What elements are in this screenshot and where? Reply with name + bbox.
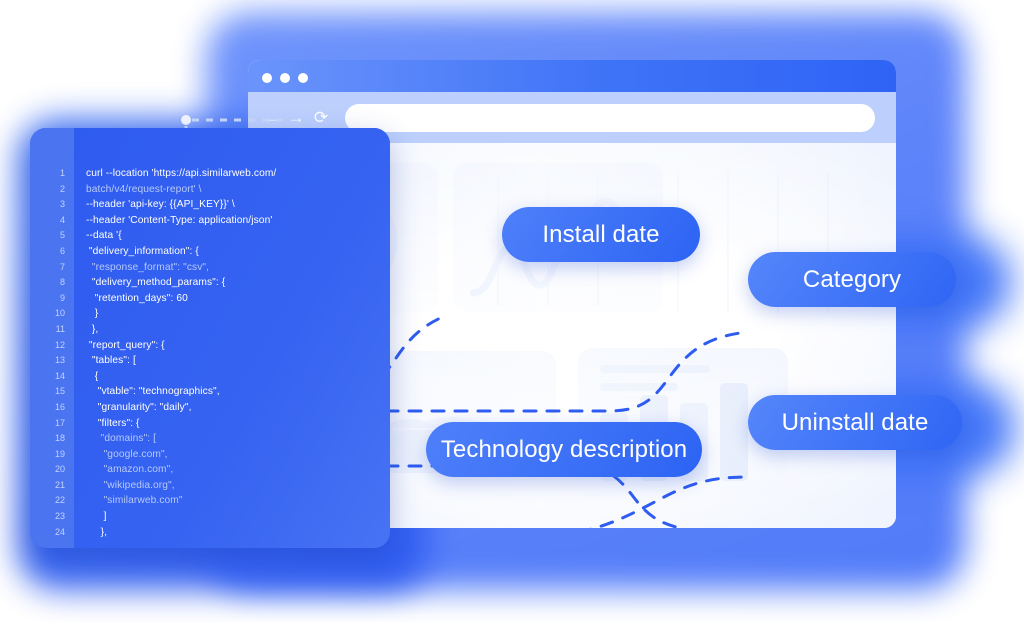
code-line: --data '{	[86, 230, 122, 242]
url-input[interactable]	[345, 103, 875, 132]
pill-uninstall-date-label: Uninstall date	[781, 408, 929, 436]
code-line-number: 24	[54, 526, 65, 537]
code-line-number: 7	[59, 261, 65, 272]
code-line: "wikipedia.org",	[86, 479, 175, 491]
reload-icon[interactable]: ⟳	[310, 107, 332, 129]
code-line-number: 13	[54, 355, 65, 366]
code-line-number-gutter: 1 2 3 4 5 6 7 8 9 10 11 12 13 14 15 16 17 18 19 20 21 22 23 24	[30, 128, 74, 548]
code-line-number: 4	[59, 214, 65, 225]
code-line: "similarweb.com"	[86, 495, 183, 507]
code-line-number: 22	[54, 495, 65, 506]
code-line-number: 8	[59, 277, 65, 288]
code-line: {	[86, 370, 99, 382]
code-line: "tables": [	[86, 355, 136, 367]
code-line: --header 'Content-Type: application/json…	[86, 214, 273, 226]
minimize-dot-icon[interactable]	[280, 73, 290, 83]
code-line-number: 18	[54, 433, 65, 444]
code-snippet-panel: 1 2 3 4 5 6 7 8 9 10 11 12 13 14 15 16 17 18 19 20 21 22 23 24 …	[30, 128, 390, 548]
code-line-number: 5	[59, 230, 65, 241]
code-line: "delivery_method_params": {	[86, 277, 226, 289]
code-line-number: 3	[59, 199, 65, 210]
illustration-canvas: ← → ⟳ Install date Category Technology d…	[0, 0, 1024, 622]
code-line-number: 10	[54, 308, 65, 319]
close-dot-icon[interactable]	[262, 73, 272, 83]
pill-install-date[interactable]: Install date	[502, 207, 700, 262]
code-line-number: 14	[54, 370, 65, 381]
code-line-number: 12	[54, 339, 65, 350]
code-line: "delivery_information": {	[86, 245, 199, 257]
code-line: "amazon.com",	[86, 464, 174, 476]
code-line-number: 17	[54, 417, 65, 428]
code-line: "filters": {	[86, 417, 140, 429]
pill-technology-description-label: Technology description	[440, 435, 688, 463]
code-line-number: 16	[54, 401, 65, 412]
pill-uninstall-date[interactable]: Uninstall date	[748, 395, 962, 450]
code-line: "retention_days": 60	[86, 292, 188, 304]
code-line-number: 19	[54, 448, 65, 459]
forward-icon[interactable]: →	[285, 107, 307, 129]
browser-titlebar	[248, 60, 896, 92]
pill-category-label: Category	[802, 265, 902, 293]
code-line-number: 6	[59, 245, 65, 256]
code-line: "vtable": "technographics",	[86, 386, 220, 398]
code-line-number: 2	[59, 183, 65, 194]
code-line: "google.com",	[86, 448, 168, 460]
pill-install-date-label: Install date	[542, 220, 660, 248]
code-line-number: 9	[59, 292, 65, 303]
pill-technology-description[interactable]: Technology description	[426, 422, 702, 477]
code-lines-container[interactable]: curl --location 'https://api.similarweb.…	[74, 128, 390, 548]
code-line-number: 11	[55, 323, 65, 334]
code-line: batch/v4/request-report' \	[86, 183, 202, 195]
back-icon[interactable]: ←	[260, 107, 282, 129]
code-line-number: 20	[54, 464, 65, 475]
code-line-number: 15	[54, 386, 65, 397]
code-line: "report_query": {	[86, 339, 165, 351]
code-line: }	[86, 308, 99, 320]
pill-category[interactable]: Category	[748, 252, 956, 307]
code-line-number: 1	[59, 168, 65, 178]
code-line: ]	[86, 511, 107, 523]
code-line: "granularity": "daily",	[86, 401, 192, 413]
code-line: },	[86, 323, 99, 335]
code-line: "domains": [	[86, 433, 157, 445]
maximize-dot-icon[interactable]	[298, 73, 308, 83]
code-line-number: 21	[54, 479, 65, 490]
code-line: curl --location 'https://api.similarweb.…	[86, 168, 277, 179]
code-line: },	[86, 526, 108, 538]
code-line: "response_format": "csv",	[86, 261, 210, 273]
code-line-number: 23	[54, 511, 65, 522]
code-line: --header 'api-key: {{API_KEY}}' \	[86, 199, 235, 211]
